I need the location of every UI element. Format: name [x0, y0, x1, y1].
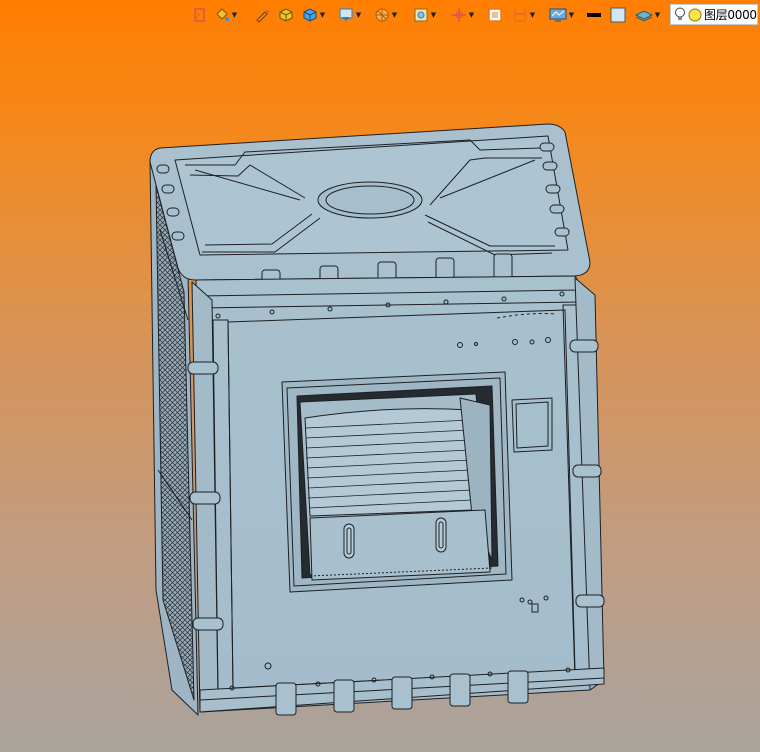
chevron-down-icon[interactable]: ▼	[467, 5, 476, 25]
snap-select-icon[interactable]: ▼	[413, 5, 438, 25]
layer-label: 图层0000	[704, 8, 757, 22]
chevron-down-icon[interactable]: ▼	[653, 5, 662, 25]
chevron-down-icon[interactable]: ▼	[429, 5, 438, 25]
chevron-down-icon[interactable]: ▼	[318, 5, 327, 25]
layer-selector[interactable]: 图层0000	[670, 4, 758, 25]
chevron-down-icon[interactable]: ▼	[230, 5, 239, 25]
exit-icon[interactable]	[190, 5, 206, 25]
layers-icon[interactable]: ▼	[635, 5, 662, 25]
chevron-down-icon[interactable]: ▼	[354, 5, 363, 25]
filter-icon[interactable]: ▼	[374, 5, 399, 25]
layer-status-icon[interactable]	[688, 8, 702, 22]
chevron-down-icon[interactable]: ▼	[390, 5, 399, 25]
view-cube-icon[interactable]: ▼	[338, 5, 363, 25]
fill-color-swatch-icon[interactable]	[610, 5, 626, 25]
render-style-icon[interactable]: ▼	[302, 5, 327, 25]
view-toolbar: ▼ ▼ ▼ ▼ ▼ ▼ ▼ ▼ ▼ 图层0000	[0, 0, 760, 30]
origin-icon[interactable]: ▼	[451, 5, 476, 25]
monitor-icon[interactable]: ▼	[549, 5, 576, 25]
chevron-down-icon[interactable]: ▼	[567, 5, 576, 25]
chevron-down-icon[interactable]: ▼	[528, 5, 537, 25]
shaded-solid-icon[interactable]	[278, 5, 294, 25]
pencil-icon[interactable]	[254, 5, 270, 25]
lightbulb-icon[interactable]	[674, 7, 686, 22]
line-color-swatch-icon[interactable]	[586, 5, 602, 25]
air-cooler-model[interactable]	[0, 0, 760, 752]
frame-icon[interactable]	[487, 5, 503, 25]
paint-bucket-icon[interactable]: ▼	[214, 5, 239, 25]
section-icon[interactable]: ▼	[512, 5, 537, 25]
